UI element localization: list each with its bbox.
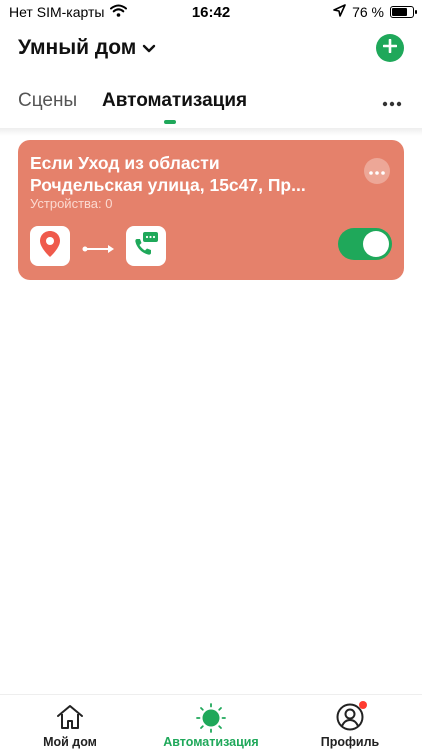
arrow-right-icon xyxy=(82,241,116,259)
nav-label-home: Мой дом xyxy=(43,735,97,749)
battery-fill xyxy=(392,8,408,16)
location-arrow-icon xyxy=(333,4,346,20)
battery-icon xyxy=(390,6,417,18)
automation-toggle[interactable] xyxy=(338,228,392,260)
phone-message-icon xyxy=(132,230,160,263)
active-tab-indicator xyxy=(164,120,176,124)
chevron-down-icon xyxy=(142,36,156,60)
toggle-knob xyxy=(363,231,389,257)
nav-label-automation: Автоматизация xyxy=(163,735,259,749)
tab-automation[interactable]: Автоматизация xyxy=(102,90,247,112)
nav-label-profile: Профиль xyxy=(320,735,380,749)
notification-badge xyxy=(359,701,367,709)
tabs-bar: Сцены Автоматизация xyxy=(0,82,422,132)
trigger-tile xyxy=(30,226,70,266)
add-button[interactable] xyxy=(376,34,404,62)
more-dots-icon xyxy=(369,162,385,180)
automation-condition: Если Уход из области xyxy=(30,153,220,173)
nav-item-home[interactable]: Мой дом xyxy=(10,695,130,750)
header: Умный дом xyxy=(0,30,422,70)
automation-location: Рочдельская улица, 15с47, Пр... xyxy=(30,175,306,195)
action-tile xyxy=(126,226,166,266)
tab-scenes[interactable]: Сцены xyxy=(18,90,77,112)
automation-title: Если Уход из области Рочдельская улица, … xyxy=(30,152,350,196)
automation-devices-count: Устройства: 0 xyxy=(30,196,113,211)
nav-item-profile[interactable]: Профиль xyxy=(290,695,410,750)
card-more-button[interactable] xyxy=(364,158,390,184)
status-right: 76 % xyxy=(333,4,417,20)
battery-percent: 76 % xyxy=(352,4,384,20)
home-selector[interactable]: Умный дом xyxy=(18,36,156,60)
tabs-divider xyxy=(0,128,422,136)
sun-icon xyxy=(196,703,226,738)
status-bar: Нет SIM-карты 16:42 76 % xyxy=(0,0,422,24)
plus-icon xyxy=(382,38,398,58)
more-dots-icon[interactable] xyxy=(382,94,402,112)
bottom-nav: Мой дом Автоматизация Профиль xyxy=(0,694,422,750)
home-title: Умный дом xyxy=(18,36,137,59)
home-icon xyxy=(55,703,85,736)
location-pin-icon xyxy=(39,230,61,263)
automation-card[interactable]: Если Уход из области Рочдельская улица, … xyxy=(18,140,404,280)
nav-item-automation[interactable]: Автоматизация xyxy=(151,695,271,750)
